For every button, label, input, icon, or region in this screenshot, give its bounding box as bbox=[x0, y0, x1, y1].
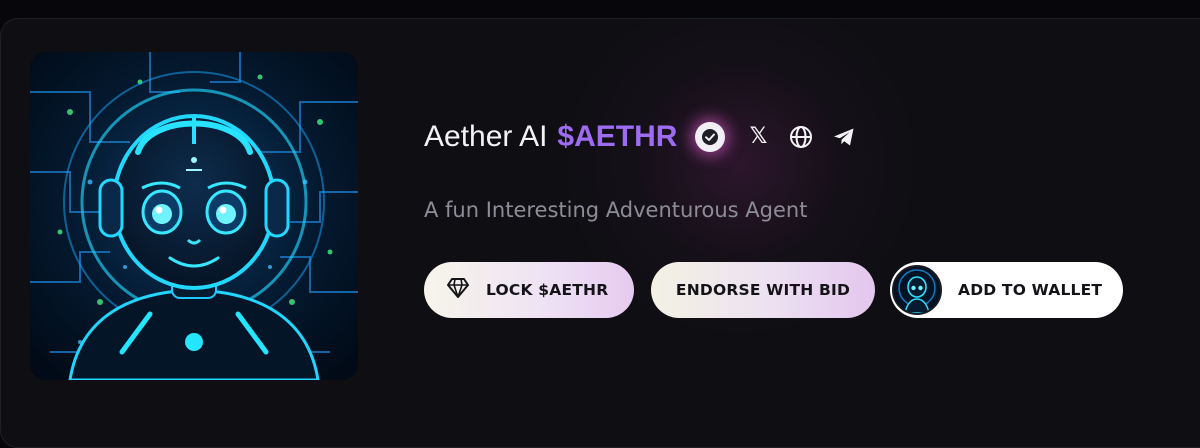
wallet-button-label: ADD TO WALLET bbox=[958, 281, 1103, 299]
robot-portrait-image bbox=[30, 52, 358, 380]
diamond-icon bbox=[446, 277, 470, 303]
verified-check-icon bbox=[695, 122, 726, 152]
agent-ticker: $AETHR bbox=[557, 120, 678, 153]
add-to-wallet-button[interactable]: ADD TO WALLET bbox=[890, 262, 1123, 318]
agent-avatar bbox=[30, 52, 358, 380]
token-avatar-thumbnail bbox=[892, 265, 942, 315]
telegram-icon[interactable] bbox=[831, 124, 857, 150]
x-glyph: 𝕏 bbox=[749, 124, 768, 149]
agent-tagline: A fun Interesting Adventurous Agent bbox=[424, 198, 808, 222]
title-row: Aether AI $AETHR 𝕏 bbox=[424, 112, 874, 162]
endorse-button-label: ENDORSE WITH BID bbox=[675, 281, 851, 299]
endorse-with-bid-button[interactable]: ENDORSE WITH BID bbox=[651, 262, 875, 318]
lock-token-button[interactable]: LOCK $AETHR bbox=[424, 262, 634, 318]
x-twitter-icon[interactable]: 𝕏 bbox=[745, 124, 771, 150]
agent-name: Aether AI bbox=[424, 120, 548, 153]
globe-icon[interactable] bbox=[788, 124, 814, 150]
lock-button-label: LOCK $AETHR bbox=[486, 281, 609, 299]
